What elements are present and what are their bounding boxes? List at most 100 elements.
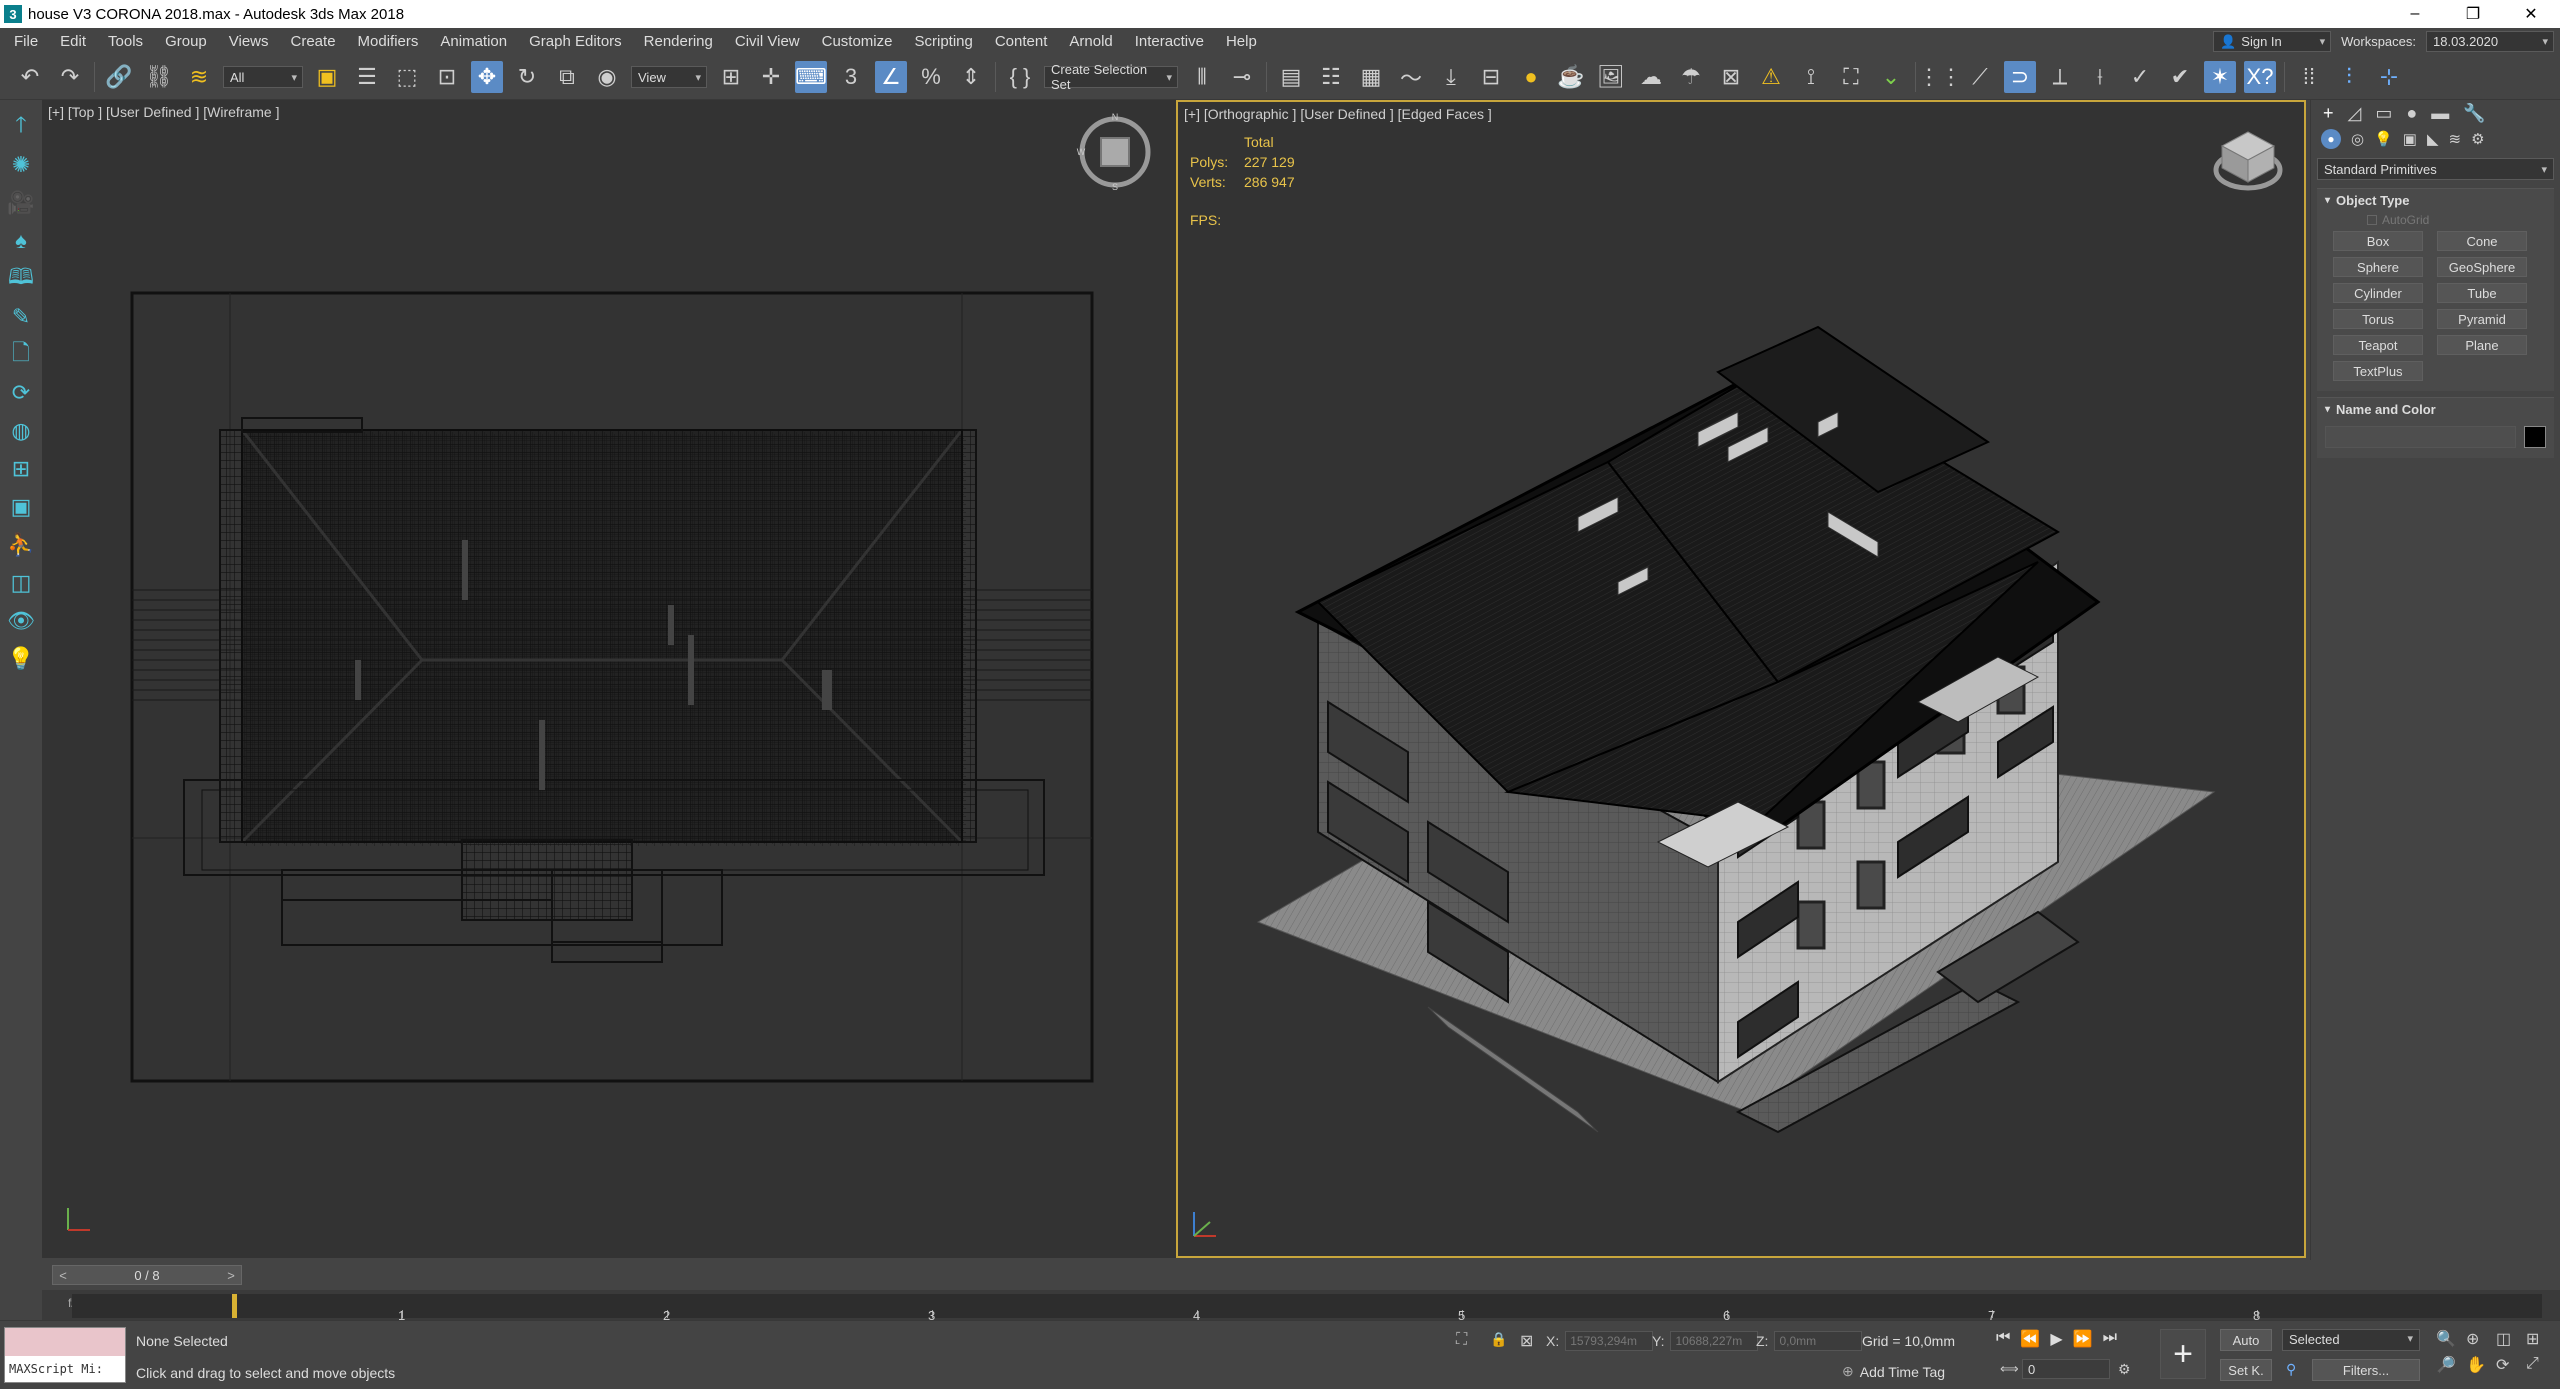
dope-sheet-icon[interactable]: ⤓	[1435, 61, 1467, 93]
zoom-icon[interactable]: 🔍	[2436, 1329, 2462, 1349]
torus-button[interactable]: Torus	[2333, 309, 2423, 329]
display-tab-icon[interactable]: ▬	[2431, 103, 2449, 124]
selection-lock-icon[interactable]: 🔒	[1490, 1331, 1507, 1348]
keyboard-shortcut-override-icon[interactable]: ⌨	[795, 61, 827, 93]
eye-icon[interactable]: 👁	[6, 606, 36, 636]
lights-category-icon[interactable]: 💡	[2374, 130, 2393, 148]
snaps-toggle-icon[interactable]: 3	[835, 61, 867, 93]
globe-icon[interactable]: ◍	[6, 416, 36, 446]
restore-button[interactable]: ❐	[2444, 0, 2502, 28]
tube-button[interactable]: Tube	[2437, 283, 2527, 303]
snap-magnet-icon[interactable]: ⊃	[2004, 61, 2036, 93]
menu-graph-editors[interactable]: Graph Editors	[518, 33, 633, 50]
top-viewport[interactable]: [+] [Top ] [User Defined ] [Wireframe ]	[42, 100, 1176, 1258]
menu-civil-view[interactable]: Civil View	[724, 33, 811, 50]
menu-help[interactable]: Help	[1215, 33, 1268, 50]
maxscript-listener[interactable]: MAXScript Mi:	[4, 1327, 126, 1383]
menu-views[interactable]: Views	[218, 33, 280, 50]
cameras-category-icon[interactable]: ▣	[2403, 130, 2417, 148]
select-and-place-icon[interactable]: ◉	[591, 61, 623, 93]
pan-icon[interactable]: ✋	[2466, 1355, 2492, 1375]
spinner-snap-icon[interactable]: ⇕	[955, 61, 987, 93]
undo-icon[interactable]: ↶	[14, 61, 46, 93]
x-coordinate-field[interactable]: 15793,294m	[1565, 1331, 1654, 1351]
menu-create[interactable]: Create	[280, 33, 347, 50]
geometry-category-icon[interactable]: ●	[2321, 129, 2341, 149]
double-chevron-down-icon[interactable]: ⌄	[1875, 61, 1907, 93]
next-frame-icon[interactable]: ⏩	[2073, 1329, 2093, 1349]
redo-icon[interactable]: ↷	[54, 61, 86, 93]
zoom-all-icon[interactable]: ⊕	[2466, 1329, 2492, 1349]
schematic-view-icon[interactable]: ⊟	[1475, 61, 1507, 93]
field-of-view-icon[interactable]: 🔎	[2436, 1355, 2462, 1375]
name-and-color-header[interactable]: Name and Color	[2317, 398, 2554, 420]
track-bar[interactable]: f/ 1 2 3 4 5 6 7 8	[42, 1290, 2560, 1323]
spacewarps-category-icon[interactable]: ≋	[2449, 130, 2462, 148]
layer-explorer-icon[interactable]: ☷	[1315, 61, 1347, 93]
key-filter-dropdown[interactable]: Selected	[2282, 1329, 2420, 1351]
create-icon[interactable]: 🡑	[6, 112, 36, 142]
paint-icon[interactable]: ✎	[6, 302, 36, 332]
snap-edge-icon[interactable]: ⟂	[2044, 61, 2076, 93]
render-production-icon[interactable]: ☁	[1635, 61, 1667, 93]
add-time-tag[interactable]: ⊕ Add Time Tag	[1842, 1363, 1945, 1380]
snap-xp-icon[interactable]: X?	[2244, 61, 2276, 93]
people-icon[interactable]: ⛹	[6, 530, 36, 560]
rotate-icon[interactable]: ⟳	[6, 378, 36, 408]
curve-editor-icon[interactable]: 〜	[1395, 61, 1427, 93]
book-icon[interactable]: 🕮	[6, 264, 36, 294]
current-frame-field[interactable]: 0	[2022, 1359, 2110, 1379]
render-setup-icon[interactable]: ☕	[1555, 61, 1587, 93]
menu-modifiers[interactable]: Modifiers	[347, 33, 430, 50]
go-to-start-icon[interactable]: ⏮	[1996, 1329, 2010, 1349]
menu-edit[interactable]: Edit	[49, 33, 97, 50]
object-color-swatch[interactable]	[2524, 426, 2546, 448]
previous-frame-icon[interactable]: ⏪	[2020, 1329, 2040, 1349]
render-region-icon[interactable]: ⊠	[1715, 61, 1747, 93]
helpers-category-icon[interactable]: ◣	[2427, 130, 2439, 148]
menu-group[interactable]: Group	[154, 33, 218, 50]
angle-snap-icon[interactable]: ∠	[875, 61, 907, 93]
menu-customize[interactable]: Customize	[811, 33, 904, 50]
select-manipulate-icon[interactable]: ✛	[755, 61, 787, 93]
modify-tab-icon[interactable]: ◿	[2348, 103, 2362, 124]
object-name-field[interactable]	[2325, 426, 2517, 448]
snap-angle-icon[interactable]: ✓	[2124, 61, 2156, 93]
box-button[interactable]: Box	[2333, 231, 2423, 251]
absolute-mode-icon[interactable]: ⊠	[1520, 1331, 1533, 1351]
auto-key-button[interactable]: Auto	[2220, 1329, 2272, 1351]
render-frame-icon[interactable]: ⛶	[1835, 61, 1867, 93]
time-slider[interactable]: < 0 / 8 >	[52, 1265, 242, 1285]
select-and-move-icon[interactable]: ✥	[471, 61, 503, 93]
align-icon[interactable]: ⊸	[1226, 61, 1258, 93]
set-key-big-icon[interactable]: +	[2160, 1329, 2206, 1379]
clone-align-icon[interactable]: ⊹	[2373, 61, 2405, 93]
unlink-icon[interactable]: ⛓	[143, 61, 175, 93]
toggle-ribbon-icon[interactable]: ▦	[1355, 61, 1387, 93]
snap-check-icon[interactable]: ✔	[2164, 61, 2196, 93]
rendered-frame-window-icon[interactable]: 🖼	[1595, 61, 1627, 93]
menu-content[interactable]: Content	[984, 33, 1059, 50]
zoom-extents-icon[interactable]: ◫	[2496, 1329, 2522, 1349]
sign-in-dropdown[interactable]: 👤 Sign In	[2213, 31, 2332, 52]
minimize-button[interactable]: –	[2386, 0, 2444, 28]
set-key-button[interactable]: Set K.	[2220, 1359, 2272, 1381]
bulb-icon[interactable]: 💡	[6, 644, 36, 674]
geosphere-button[interactable]: GeoSphere	[2437, 257, 2527, 277]
menu-rendering[interactable]: Rendering	[633, 33, 724, 50]
utilities-tab-icon[interactable]: 🔧	[2463, 103, 2485, 124]
workspaces-dropdown[interactable]: 18.03.2020	[2426, 31, 2554, 52]
select-object-icon[interactable]: ▣	[311, 61, 343, 93]
activeshade-icon[interactable]: ⟟	[1795, 61, 1827, 93]
systems-category-icon[interactable]: ⚙	[2471, 130, 2484, 148]
link-icon[interactable]: 🔗	[103, 61, 135, 93]
key-filters-button[interactable]: Filters...	[2312, 1359, 2420, 1381]
isolate-selection-icon[interactable]: ⛶	[1456, 1331, 1467, 1349]
menu-scripting[interactable]: Scripting	[903, 33, 983, 50]
cylinder-button[interactable]: Cylinder	[2333, 283, 2423, 303]
material-editor-icon[interactable]: ●	[1515, 61, 1547, 93]
frame-icon[interactable]: ◫	[6, 568, 36, 598]
reference-coordinate-dropdown[interactable]: View	[631, 66, 707, 88]
light-icon[interactable]: ✺	[6, 150, 36, 180]
viewcube-compass-icon[interactable]: N W S	[1075, 112, 1155, 192]
